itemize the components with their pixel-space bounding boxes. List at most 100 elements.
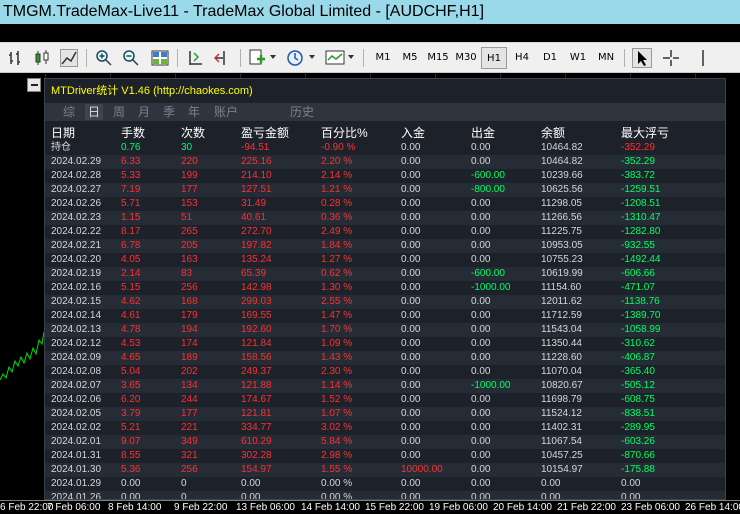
tab-weekly[interactable]: 周 (111, 104, 127, 120)
tab-monthly[interactable]: 月 (136, 104, 152, 120)
table-cell: 6.78 (121, 240, 141, 251)
table-cell: 3.02 % (321, 422, 353, 433)
table-cell: 83 (181, 268, 193, 279)
table-cell: -608.75 (621, 394, 655, 405)
table-row: 2024.01.30 5.36 256 154.97 1.55 % 10000.00 0.0… (45, 463, 725, 477)
table-row: 2024.02.28 5.33 199 214.10 2.14 % 0.00 -600.00… (45, 169, 725, 183)
table-cell: 0.00 (471, 436, 491, 447)
zoom-out-icon[interactable] (122, 49, 140, 67)
zoom-in-icon[interactable] (95, 49, 113, 67)
table-cell: 4.78 (121, 324, 141, 335)
column-header: 次数 (181, 126, 206, 140)
column-header: 盈亏金额 (241, 126, 290, 140)
table-cell: 5.71 (121, 198, 141, 209)
table-cell: -352.29 (621, 142, 655, 153)
table-cell: -1492.44 (621, 254, 661, 265)
tab-daily[interactable]: 日 (85, 104, 103, 120)
table-row: 2024.01.31 8.55 321 302.28 2.98 % 0.00 0.00 104… (45, 449, 725, 463)
tab-yearly[interactable]: 年 (186, 104, 202, 120)
tab-history[interactable]: 历史 (288, 104, 316, 120)
table-cell: 214.10 (241, 170, 272, 181)
crosshair-icon[interactable] (662, 49, 680, 67)
toolbar-separator (624, 49, 625, 67)
timeframe-m30-button[interactable]: M30 (453, 47, 479, 69)
table-cell: 2024.02.20 (51, 254, 102, 265)
table-cell: 334.77 (241, 422, 272, 433)
autoscroll-icon[interactable] (186, 49, 204, 67)
table-cell: 121.88 (241, 380, 272, 391)
positions-row: 持仓 0.76 30 -94.51 -0.90 % 0.00 0.00 10464.82 -35… (45, 141, 725, 155)
table-row: 2024.02.06 6.20 244 174.67 1.52 % 0.00 0.00 116… (45, 393, 725, 407)
timeframe-m5-button[interactable]: M5 (397, 47, 423, 69)
candlestick-icon[interactable] (33, 49, 51, 67)
table-cell: 31.49 (241, 198, 267, 209)
table-cell: -1058.99 (621, 324, 661, 335)
chevron-down-icon[interactable] (309, 55, 315, 59)
tile-windows-icon[interactable] (151, 49, 169, 67)
table-cell: 2.20 % (321, 156, 353, 167)
table-cell: 0.00 (401, 240, 421, 251)
table-row: 2024.02.22 8.17 265 272.70 2.49 % 0.00 0.00 112… (45, 225, 725, 239)
timeframe-mn-button[interactable]: MN (593, 47, 619, 69)
table-cell: 11698.79 (541, 394, 582, 405)
column-header: 百分比% (321, 126, 368, 140)
table-row: 2024.02.07 3.65 134 121.88 1.14 % 0.00 -1000.0… (45, 379, 725, 393)
templates-icon[interactable] (325, 49, 345, 67)
table-cell: 0.00 (401, 450, 421, 461)
table-row: 2024.02.05 3.79 177 121.81 1.07 % 0.00 0.00 115… (45, 407, 725, 421)
table-cell: 121.84 (241, 338, 272, 349)
timeframe-h4-button[interactable]: H4 (509, 47, 535, 69)
chevron-down-icon[interactable] (270, 55, 276, 59)
bar-chart-icon[interactable] (7, 49, 25, 67)
table-cell: -870.66 (621, 450, 655, 461)
table-cell: 349 (181, 436, 198, 447)
clock-icon[interactable] (286, 49, 304, 67)
indicators-icon[interactable] (248, 49, 266, 67)
table-cell: 2024.02.15 (51, 296, 102, 307)
table-cell: 249.37 (241, 366, 272, 377)
timeframe-m1-button[interactable]: M1 (370, 47, 396, 69)
table-cell: 0.00 (471, 450, 491, 461)
table-cell: -838.51 (621, 408, 655, 419)
table-cell: -600.00 (471, 170, 505, 181)
table-cell: 10619.99 (541, 268, 583, 279)
vertical-line-icon[interactable] (694, 49, 712, 67)
table-cell: -600.00 (471, 268, 505, 279)
table-cell: 0.00 (471, 310, 491, 321)
table-cell: 177 (181, 184, 198, 195)
table-cell: -352.29 (621, 156, 655, 167)
table-cell: 11154.60 (541, 282, 582, 293)
table-cell: 205 (181, 240, 198, 251)
table-cell: 1.43 % (321, 352, 353, 363)
table-cell: 0.00 (401, 198, 421, 209)
chart-shift-icon[interactable] (213, 49, 231, 67)
table-cell: 1.55 % (321, 464, 353, 475)
tab-quarterly[interactable]: 季 (161, 104, 177, 120)
timeframe-w1-button[interactable]: W1 (565, 47, 591, 69)
table-cell: -800.00 (471, 184, 505, 195)
timeframe-h1-button[interactable]: H1 (481, 47, 507, 69)
line-chart-icon[interactable] (60, 49, 78, 67)
table-cell: 0.00 (471, 422, 491, 433)
table-cell: 302.28 (241, 450, 272, 461)
chevron-down-icon[interactable] (348, 55, 354, 59)
table-cell: 4.05 (121, 254, 141, 265)
table-cell: 6.33 (121, 156, 141, 167)
table-cell: 121.81 (241, 408, 272, 419)
table-cell: -1000.00 (471, 282, 511, 293)
table-cell: 0.00 (401, 156, 421, 167)
table-cell: 1.47 % (321, 310, 353, 321)
tab-account[interactable]: 账户 (212, 104, 240, 120)
cursor-icon[interactable] (632, 48, 652, 68)
table-cell: 256 (181, 282, 198, 293)
table-cell: 8.55 (121, 450, 141, 461)
table-cell: 197.82 (241, 240, 272, 251)
table-row: 2024.01.29 0.00 0 0.00 0.00 % 0.00 0.00 0.00 0.0… (45, 477, 725, 491)
table-cell: 0.00 (471, 408, 491, 419)
table-cell: 2024.02.01 (51, 436, 102, 447)
tab-summary[interactable]: 综 (61, 104, 77, 120)
timeframe-m15-button[interactable]: M15 (425, 47, 451, 69)
minimize-panel-button[interactable] (27, 78, 41, 92)
table-cell: 7.19 (121, 184, 141, 195)
timeframe-d1-button[interactable]: D1 (537, 47, 563, 69)
